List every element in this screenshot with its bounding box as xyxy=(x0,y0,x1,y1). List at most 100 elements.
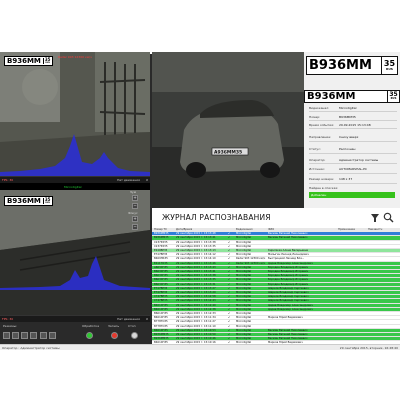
histogram-bottom xyxy=(0,256,150,290)
info-value: Снизу вверх xyxy=(339,135,359,139)
fps-label: FPS: 30 xyxy=(2,317,14,321)
camera-status-top: FPS: 30 Нет движения X xyxy=(0,176,150,183)
plate-country: RUS xyxy=(45,202,50,204)
mode-button-1[interactable] xyxy=(3,332,10,339)
modes-label: Режимы: xyxy=(3,324,17,328)
current-datetime: 29 сентября 2015, вторник, 16:28:40 xyxy=(339,345,398,350)
zoom-label: Зум xyxy=(130,190,136,194)
focus-in-button[interactable]: + xyxy=(132,216,138,222)
info-key: Размер номера: xyxy=(309,177,334,181)
camera-caption-bottom: Microdigital xyxy=(64,184,82,189)
close-feed-button[interactable]: X xyxy=(146,178,148,182)
stop-button[interactable] xyxy=(131,332,138,339)
plate-number: В936ММ xyxy=(307,90,356,102)
divider xyxy=(309,163,397,164)
zoom-in-button[interactable]: + xyxy=(132,195,138,201)
info-row-status: Статус: Распознан xyxy=(309,147,399,151)
info-key: Направление: xyxy=(309,135,332,139)
info-row-size: Размер номера: 148 x 37 xyxy=(309,177,399,181)
info-key: Источник: xyxy=(309,167,325,171)
info-row-source: Источник: AUTOMARSHAL-PC xyxy=(309,167,399,171)
mode-button-6[interactable] xyxy=(49,332,56,339)
camera-feed-top[interactable]: В936ММ 35 RUS Radar 903 12300 км/ч xyxy=(0,52,150,176)
info-row-time: Время события: 29.09.2015 15:13:48 xyxy=(309,123,399,127)
plate-number: В936ММ xyxy=(7,57,41,65)
plate-country: RUS xyxy=(390,97,397,101)
divider xyxy=(309,183,397,184)
vehicle-plate-label: А936ММ35 xyxy=(214,150,242,156)
info-row-number: Номер: В936ММ35 xyxy=(309,115,399,119)
plate-thumbnail-top: В936ММ 35 RUS xyxy=(4,56,54,66)
info-key: Найден в списках: xyxy=(309,186,339,190)
divider xyxy=(309,141,397,142)
focus-label: Фокус xyxy=(128,211,138,215)
plate-number: В936ММ xyxy=(309,58,372,73)
info-value: Администратор системы xyxy=(339,158,379,162)
motion-status: Нет движения xyxy=(117,178,140,182)
mode-button-2[interactable] xyxy=(12,332,19,339)
search-icon[interactable] xyxy=(383,212,394,223)
plate-number: В936ММ xyxy=(7,197,41,205)
filter-icon[interactable] xyxy=(370,213,380,223)
mode-button-4[interactable] xyxy=(30,332,37,339)
info-key: Время события: xyxy=(309,123,335,127)
plate-large-secondary: В936ММ 35 RUS xyxy=(304,90,400,103)
plate-region: 35 RUS xyxy=(387,91,399,102)
info-value: 148 x 37 xyxy=(339,177,353,181)
vehicle-plate-text: А936ММ35 xyxy=(214,150,242,156)
journal-table: Номер ТС Дата/Время Видеоканал ФИО Приме… xyxy=(152,228,400,344)
divider xyxy=(309,128,397,129)
histogram-top xyxy=(0,134,150,176)
info-value: AUTOMARSHAL-PC xyxy=(339,167,367,171)
plate-region: 35 RUS xyxy=(42,58,50,64)
journal-title: ЖУРНАЛ РАСПОЗНАВАНИЯ xyxy=(162,213,271,222)
zoom-out-button[interactable]: − xyxy=(132,203,138,209)
camera-panel: В936ММ 35 RUS Radar 903 12300 км/ч FPS: … xyxy=(0,52,150,344)
plate-thumbnail-bottom: В936ММ 35 RUS xyxy=(4,196,54,206)
process-button[interactable] xyxy=(86,332,93,339)
info-key: Видеоканал: xyxy=(309,106,330,110)
info-value: В936ММ35 xyxy=(339,115,356,119)
camera-title-bottom: Microdigital xyxy=(0,183,150,190)
plate-country: RUS xyxy=(386,67,393,71)
mode-button-5[interactable] xyxy=(40,332,47,339)
record-label: Запись xyxy=(108,324,120,328)
plate-country: RUS xyxy=(45,62,50,64)
info-value: Распознан xyxy=(339,147,356,151)
info-value: Microdigital xyxy=(339,106,357,110)
plate-region: 35 RUS xyxy=(42,198,50,204)
divider xyxy=(309,111,397,112)
divider xyxy=(309,120,397,121)
info-value: 29.09.2015 15:13:48 xyxy=(339,123,371,127)
info-key: Оператор: xyxy=(309,158,326,162)
journal-header: ЖУРНАЛ РАСПОЗНАВАНИЯ xyxy=(152,210,400,226)
control-bar: Режимы: Обработка Запись Стоп xyxy=(0,322,152,344)
vehicle-photo: А936ММ35 xyxy=(152,52,304,208)
fps-label: FPS: 30 xyxy=(2,178,14,182)
divider xyxy=(309,153,397,154)
info-row-channel: Видеоканал: Microdigital xyxy=(309,106,399,110)
found-in-lists-label: Найден в списках: xyxy=(309,186,399,190)
zoom-panel: Зум + − Фокус + − xyxy=(128,190,142,230)
info-key: Номер: xyxy=(309,115,321,119)
status-footer: Оператор : Администратор системы 29 сент… xyxy=(0,344,400,350)
operator-status: Оператор : Администратор системы xyxy=(2,345,60,350)
camera-feed-bottom[interactable]: В936ММ 35 RUS xyxy=(0,190,150,316)
found-in-lists-value[interactable]: Добавлен xyxy=(309,192,395,198)
motion-status: Нет движения xyxy=(117,317,140,321)
mode-button-3[interactable] xyxy=(21,332,28,339)
info-row-operator: Оператор: Администратор системы xyxy=(309,158,399,162)
info-row-direction: Направление: Снизу вверх xyxy=(309,135,399,139)
focus-out-button[interactable]: − xyxy=(132,224,138,230)
camera-caption-top: Radar 903 12300 км/ч xyxy=(58,55,92,59)
recognized-vehicle-image[interactable]: А936ММ35 xyxy=(152,52,304,208)
process-label: Обработка xyxy=(82,324,100,328)
stop-label: Стоп xyxy=(128,324,136,328)
divider xyxy=(309,173,397,174)
record-button[interactable] xyxy=(111,332,118,339)
plate-region: 35 RUS xyxy=(381,57,397,74)
camera-status-bottom: FPS: 30 Нет движения X xyxy=(0,315,150,322)
recognition-info-panel: В936ММ 35 RUS В936ММ 35 RUS Видеоканал: M… xyxy=(304,52,400,208)
close-feed-button[interactable]: X xyxy=(146,317,148,321)
plate-large: В936ММ 35 RUS xyxy=(306,56,398,75)
